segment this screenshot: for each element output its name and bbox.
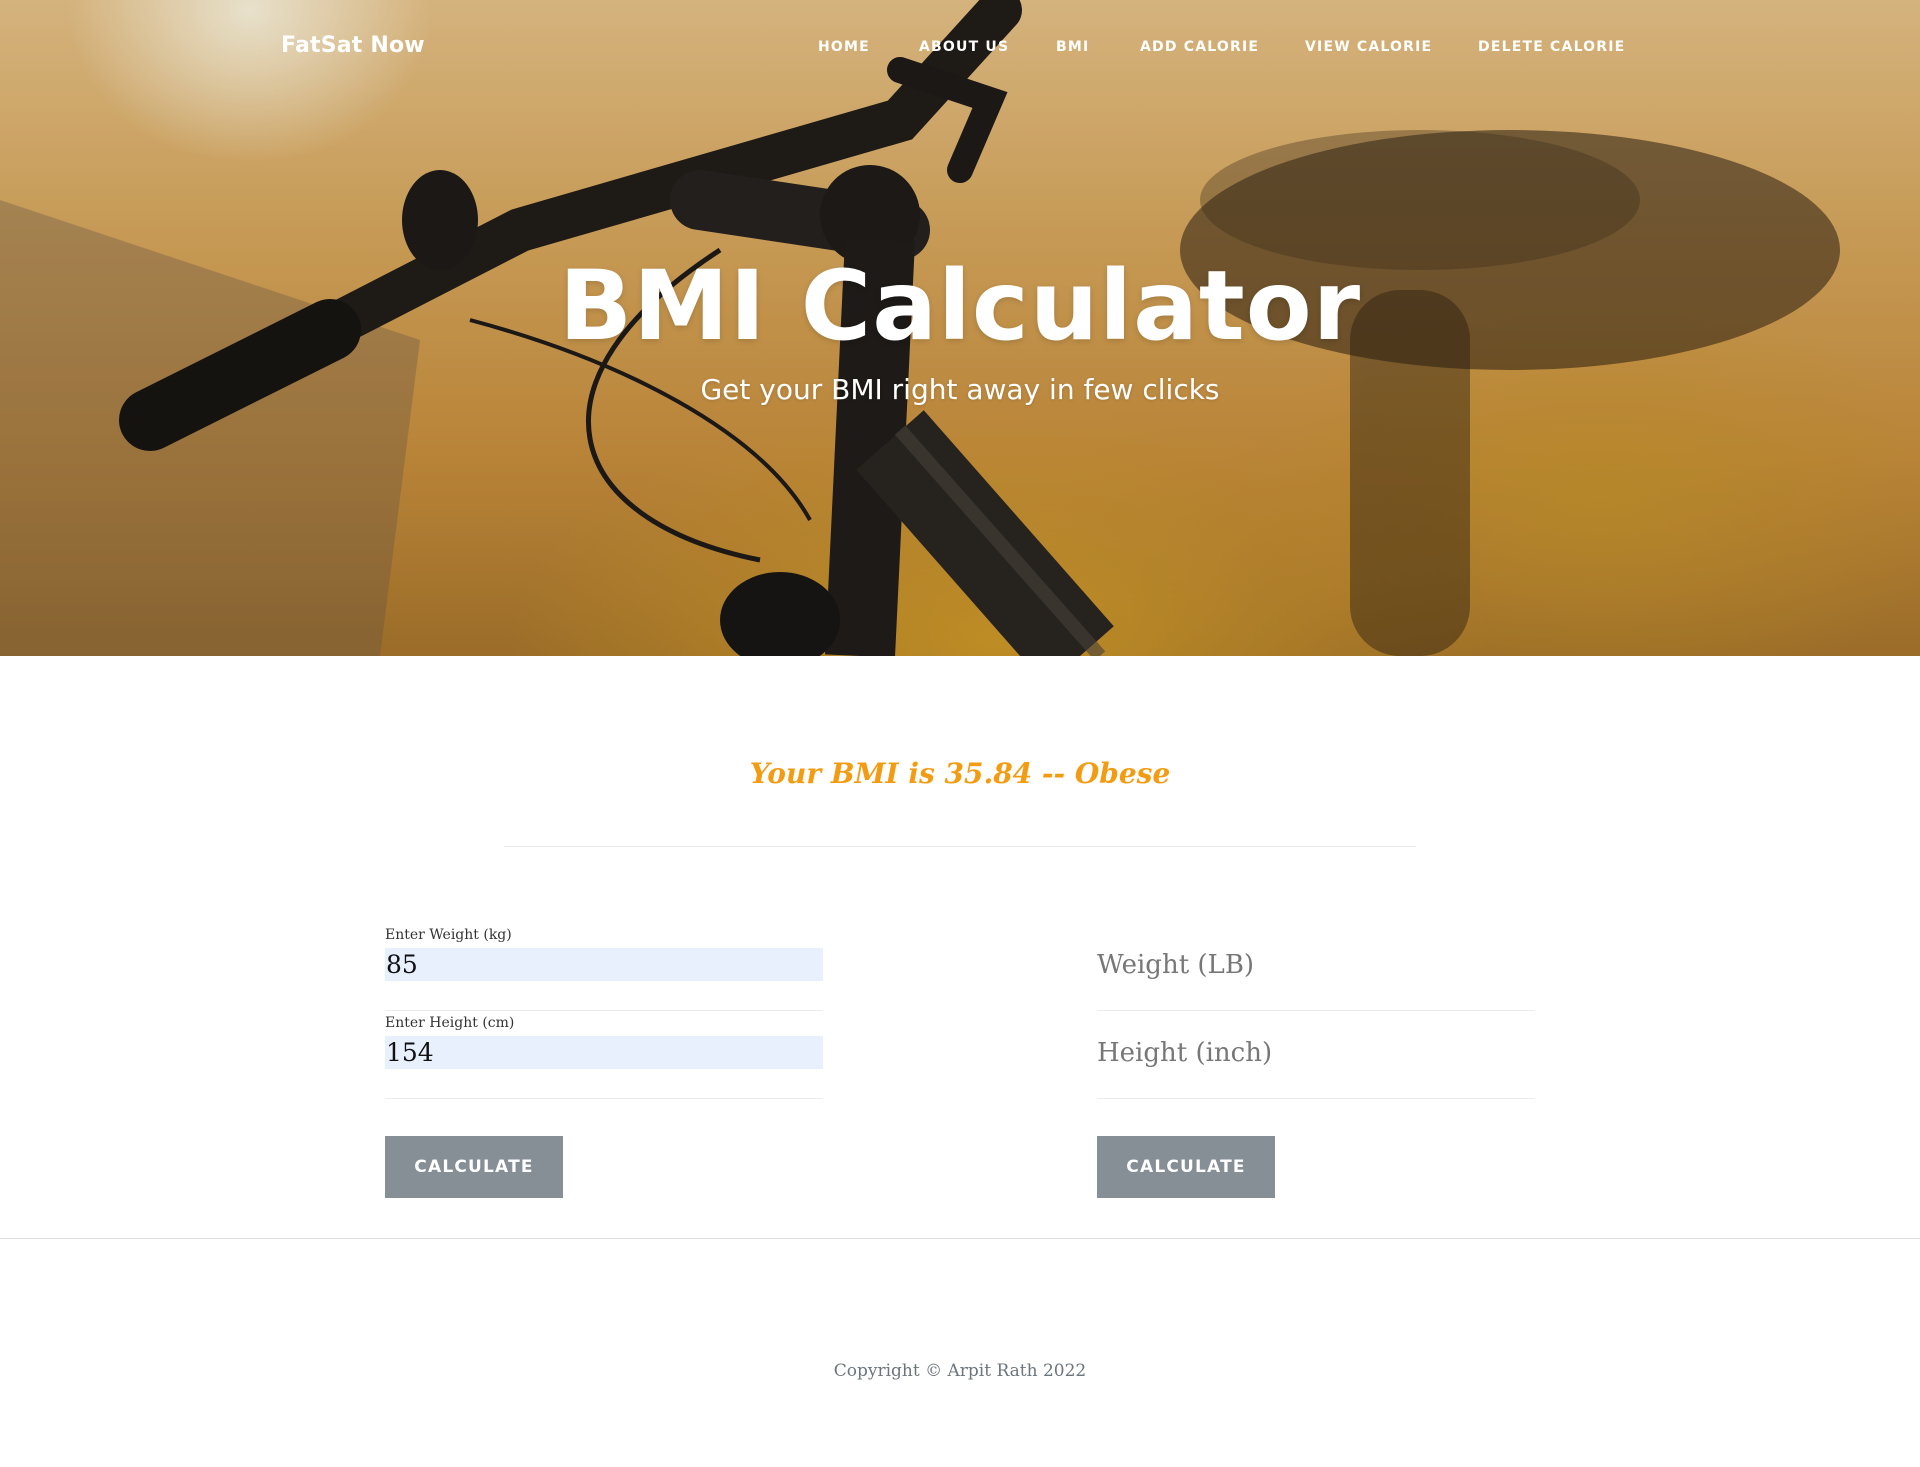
footer-divider (0, 1238, 1920, 1239)
weight-kg-label: Enter Weight (kg) (385, 927, 512, 943)
hero-banner: FatSat Now HOME ABOUT US BMI ADD CALORIE… (0, 0, 1920, 656)
page-subtitle: Get your BMI right away in few clicks (700, 373, 1220, 406)
page-title: BMI Calculator (558, 250, 1362, 362)
weight-kg-input[interactable] (385, 948, 823, 981)
nav-item-home[interactable]: HOME (818, 39, 870, 55)
field-divider (385, 1010, 823, 1011)
divider (504, 846, 1416, 847)
height-inch-input[interactable] (1097, 1033, 1535, 1073)
brand-logo[interactable]: FatSat Now (281, 33, 425, 58)
height-cm-label: Enter Height (cm) (385, 1015, 515, 1031)
field-divider (385, 1098, 823, 1099)
nav-item-delete-calorie[interactable]: DELETE CALORIE (1478, 39, 1625, 55)
copyright-text: Copyright © Arpit Rath 2022 (833, 1361, 1087, 1381)
nav-item-add-calorie[interactable]: ADD CALORIE (1140, 39, 1259, 55)
calculate-imperial-button[interactable]: CALCULATE (1097, 1136, 1275, 1198)
calculate-metric-button[interactable]: CALCULATE (385, 1136, 563, 1198)
field-divider (1097, 1098, 1535, 1099)
bmi-result-text: Your BMI is 35.84 -- Obese (749, 757, 1171, 790)
top-navbar: FatSat Now HOME ABOUT US BMI ADD CALORIE… (0, 0, 1920, 96)
nav-item-view-calorie[interactable]: VIEW CALORIE (1305, 39, 1432, 55)
weight-lb-input[interactable] (1097, 945, 1535, 985)
height-cm-input[interactable] (385, 1036, 823, 1069)
field-divider (1097, 1010, 1535, 1011)
nav-item-bmi[interactable]: BMI (1056, 39, 1089, 55)
nav-item-about-us[interactable]: ABOUT US (919, 39, 1009, 55)
